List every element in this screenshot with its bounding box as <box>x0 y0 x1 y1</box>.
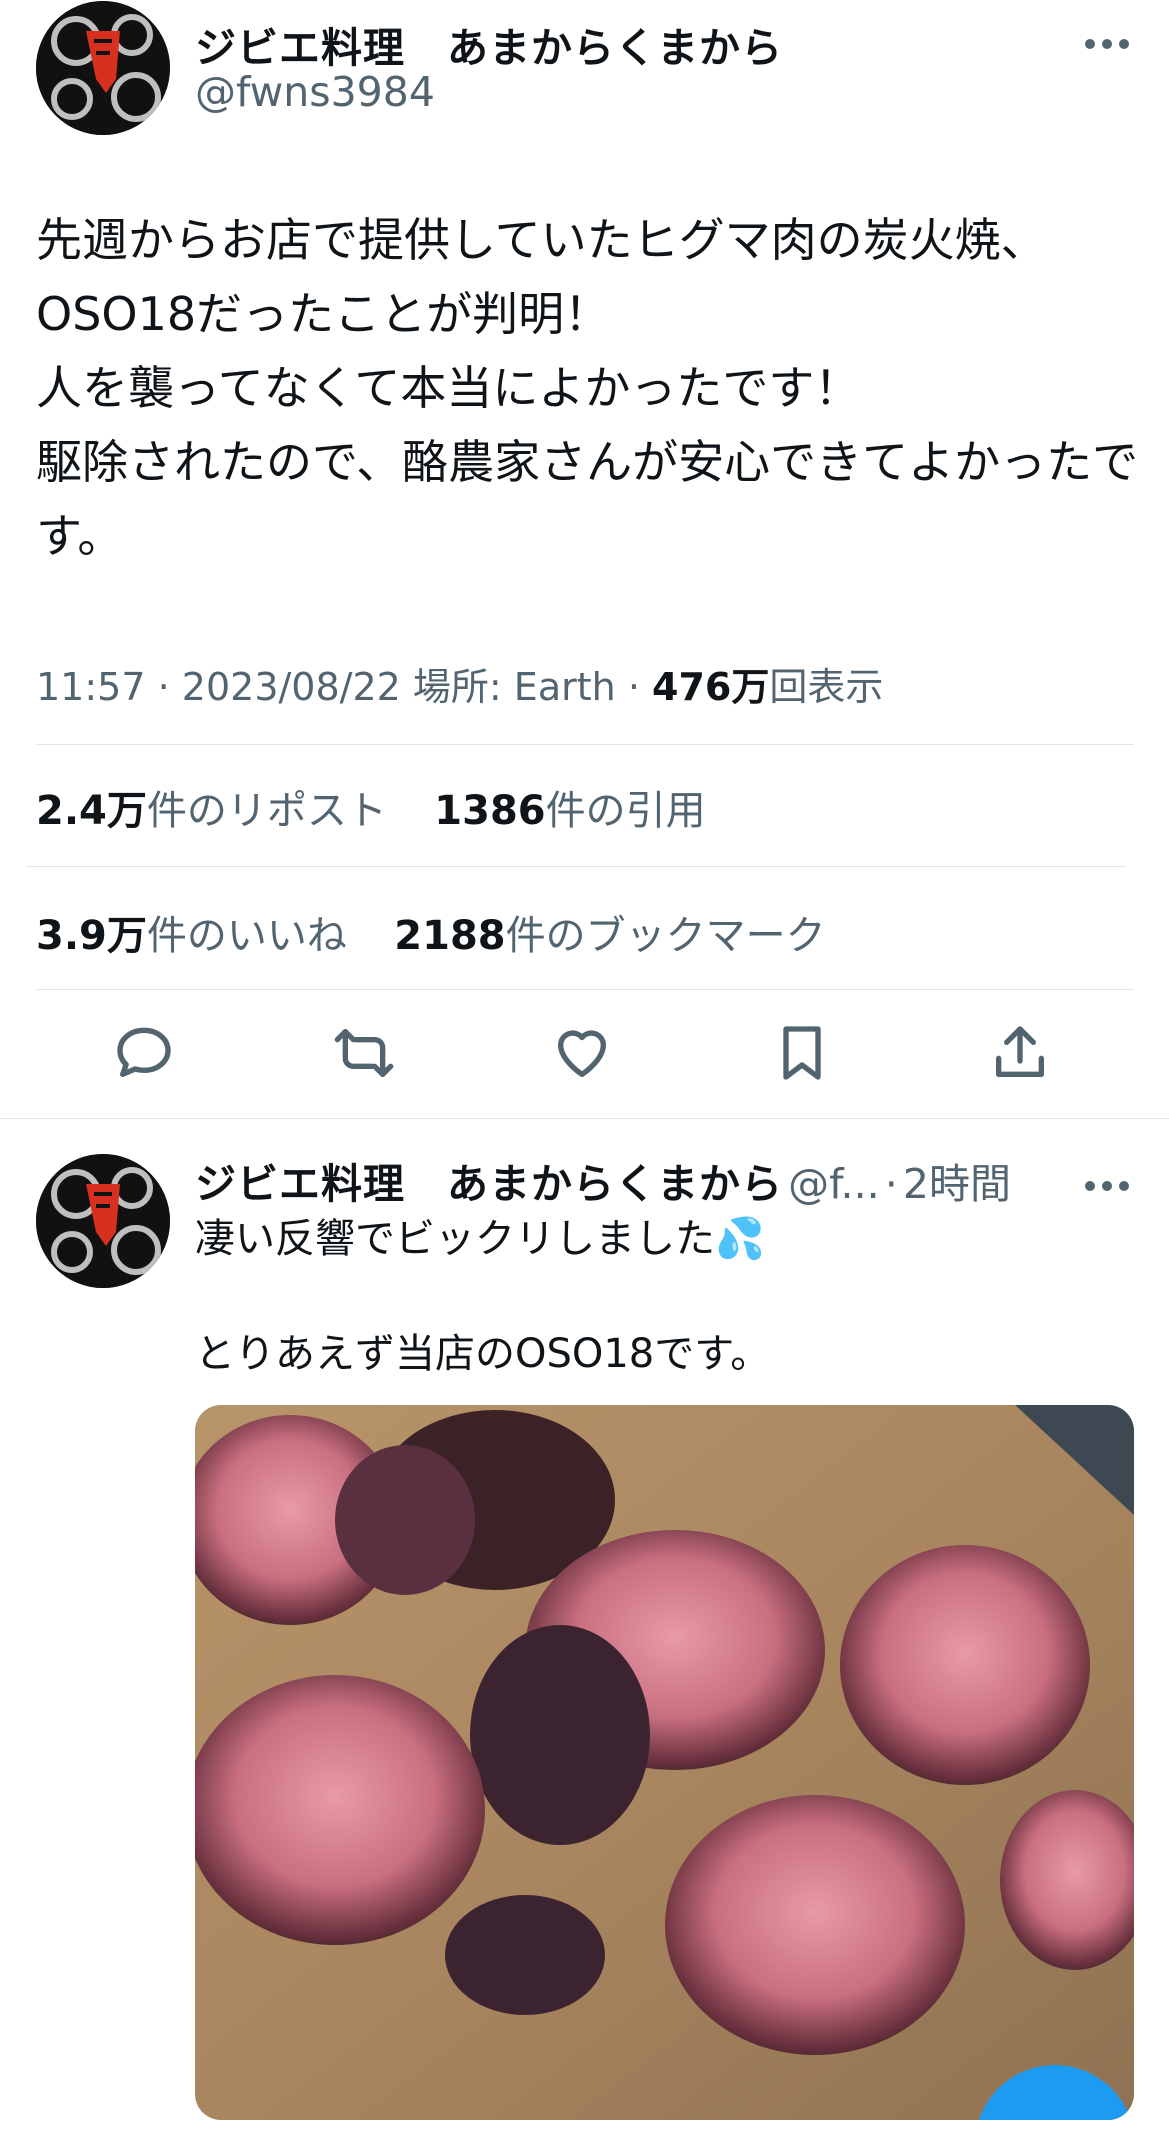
likes-label: 件のいいね <box>146 913 347 959</box>
meta-separator: · <box>627 665 640 709</box>
author-avatar[interactable] <box>36 1 170 135</box>
share-icon[interactable] <box>988 1021 1052 1085</box>
like-icon[interactable] <box>550 1021 614 1085</box>
divider <box>26 866 1126 867</box>
quotes-label: 件の引用 <box>545 788 706 834</box>
divider <box>36 989 1134 990</box>
reply-author-handle[interactable]: @f... <box>788 1160 880 1208</box>
author-handle[interactable]: @fwns3984 <box>195 68 435 116</box>
views-count[interactable]: 476万 <box>652 665 769 709</box>
reposts-count: 2.4万 <box>36 788 147 834</box>
reposts-label: 件のリポスト <box>146 788 387 834</box>
divider <box>0 1118 1169 1119</box>
tweet-time[interactable]: 11:57 <box>36 665 146 709</box>
reply-author-name[interactable]: ジビエ料理 あまからくまから <box>195 1160 783 1208</box>
reposts-quotes-row: 2.4万件のリポスト 1386件の引用 <box>36 778 706 836</box>
tweet-meta: 11:57 · 2023/08/22 場所: Earth · 476万回表示 <box>36 656 883 711</box>
quotes-count: 1386 <box>434 788 546 834</box>
reply-icon[interactable] <box>112 1021 176 1085</box>
reply-text-line1: 凄い反響でビックリしました💦 <box>195 1210 765 1268</box>
repost-icon[interactable] <box>332 1021 396 1085</box>
author-name[interactable]: ジビエ料理 あまからくまから <box>195 14 783 74</box>
meta-separator: · <box>157 665 170 709</box>
tweet-date[interactable]: 2023/08/22 <box>182 665 401 709</box>
sweat-droplets-emoji: 💦 <box>715 1216 765 1262</box>
likes-stat[interactable]: 3.9万件のいいね <box>36 913 347 959</box>
reply-header: ジビエ料理 あまからくまから @f... · 2時間 <box>195 1150 1011 1210</box>
likes-count: 3.9万 <box>36 913 147 959</box>
bookmarks-count: 2188 <box>394 913 506 959</box>
quotes-stat[interactable]: 1386件の引用 <box>434 788 705 834</box>
reposts-stat[interactable]: 2.4万件のリポスト <box>36 788 387 834</box>
likes-bookmarks-row: 3.9万件のいいね 2188件のブックマーク <box>36 903 826 961</box>
grilled-bear-meat-photo[interactable] <box>195 1405 1134 2120</box>
reply-text: 凄い反響でビックリしました <box>195 1216 715 1262</box>
reply-separator: · <box>884 1160 898 1208</box>
bookmarks-stat[interactable]: 2188件のブックマーク <box>394 913 825 959</box>
reply-text-line2: とりあえず当店のOSO18です。 <box>195 1331 771 1377</box>
divider <box>36 744 1134 745</box>
bookmark-icon[interactable] <box>770 1021 834 1085</box>
views-label: 回表示 <box>769 665 884 709</box>
bookmarks-label: 件のブックマーク <box>505 913 826 959</box>
more-horizontal-icon[interactable] <box>1082 22 1132 52</box>
reply-author-avatar[interactable] <box>36 1154 170 1288</box>
more-horizontal-icon[interactable] <box>1082 1164 1132 1194</box>
tweet-text: 先週からお店で提供していたヒグマ肉の炭火焼、 OSO18だったことが判明！ 人を… <box>36 213 1139 563</box>
reply-time[interactable]: 2時間 <box>903 1160 1011 1208</box>
tweet-location: 場所: Earth <box>412 665 616 709</box>
